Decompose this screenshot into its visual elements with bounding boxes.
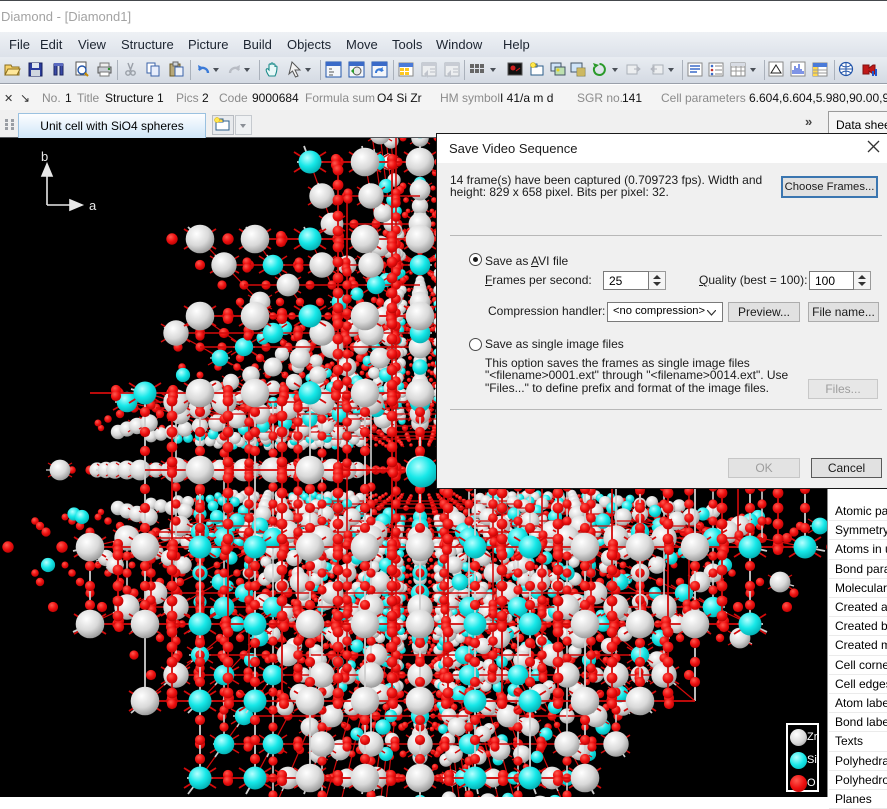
svg-text:a: a	[89, 198, 97, 213]
svg-text:b: b	[41, 149, 48, 164]
